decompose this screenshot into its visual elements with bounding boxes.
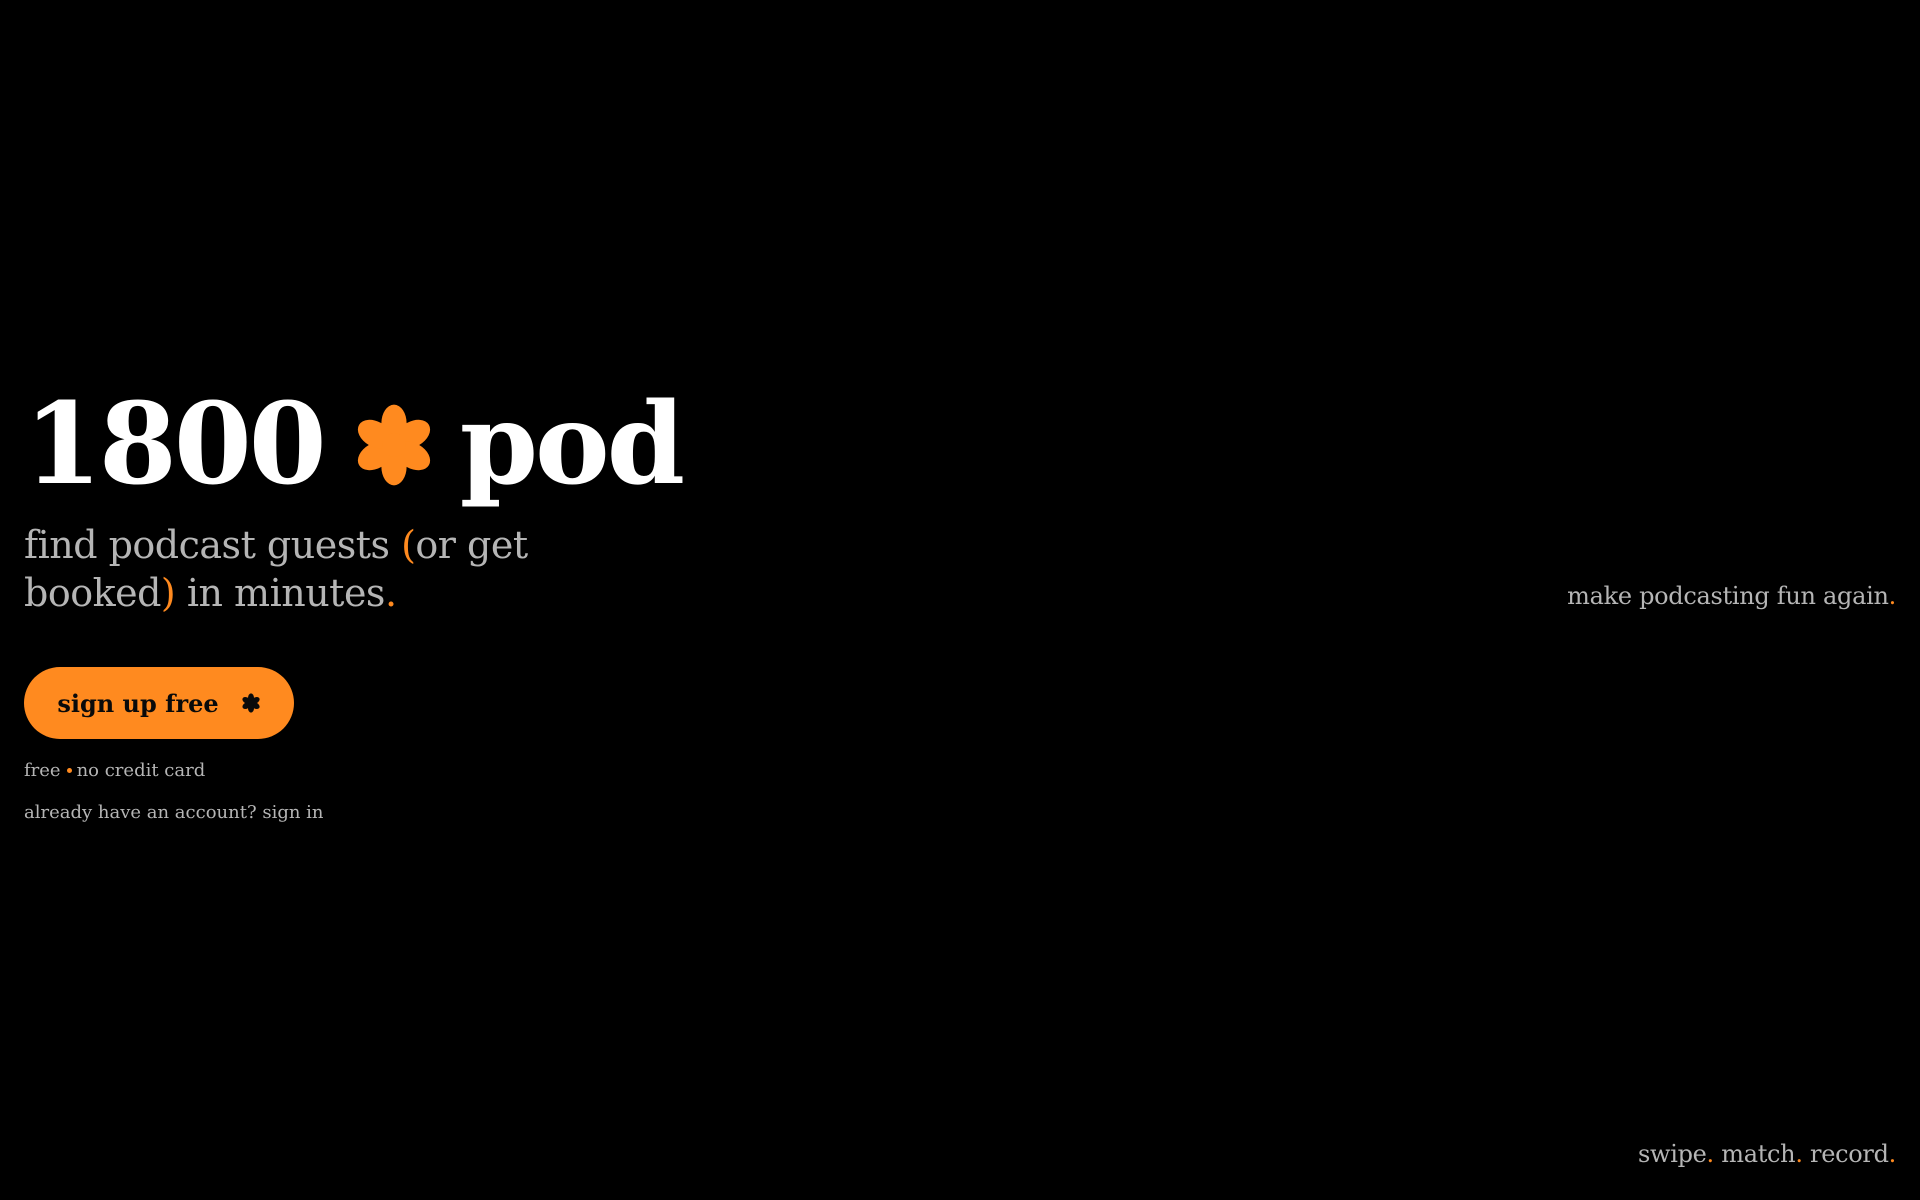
sign-in-link[interactable]: sign in (262, 802, 323, 823)
bottom-sep-2: . (1795, 1140, 1803, 1168)
headline-tagline: find podcast guests (or get booked) in m… (24, 521, 664, 617)
bullet-dot (66, 767, 72, 773)
sign-up-button-label: sign up free (57, 688, 219, 718)
side-tagline: make podcasting fun again. (1567, 582, 1896, 610)
tagline-period: . (384, 571, 397, 615)
sign-up-free-button[interactable]: sign up free (24, 667, 294, 739)
hero: 1800 pod find podcast guests (or get boo… (24, 385, 724, 825)
fineprint-no-credit-card: no credit card (76, 760, 206, 781)
flower-icon (242, 693, 260, 713)
fineprint: free no credit card (24, 759, 724, 783)
tagline-part1: find podcast guests (24, 523, 402, 567)
bottom-word-swipe: swipe (1637, 1140, 1707, 1168)
tagline-part2: in minutes (175, 571, 386, 615)
tagline-paren-close: ) (160, 571, 176, 615)
signin-row: already have an account? sign in (24, 801, 724, 825)
side-tagline-text: make podcasting fun again (1567, 582, 1889, 610)
logo: 1800 pod (24, 385, 724, 505)
logo-text-pod: pod (459, 379, 685, 510)
side-tagline-period: . (1888, 582, 1897, 610)
tagline-paren-open: ( (401, 523, 416, 567)
bottom-word-record: record (1810, 1140, 1889, 1168)
signin-prompt: already have an account? (24, 802, 263, 823)
logo-text-1800: 1800 (24, 379, 327, 510)
bottom-sep-1: . (1706, 1140, 1715, 1168)
bottom-sep-3: . (1888, 1140, 1897, 1168)
fineprint-free: free (24, 760, 61, 781)
bottom-word-match: match (1721, 1140, 1796, 1168)
flower-icon (357, 404, 430, 486)
bottom-tagline: swipe. match. record. (1638, 1140, 1896, 1168)
